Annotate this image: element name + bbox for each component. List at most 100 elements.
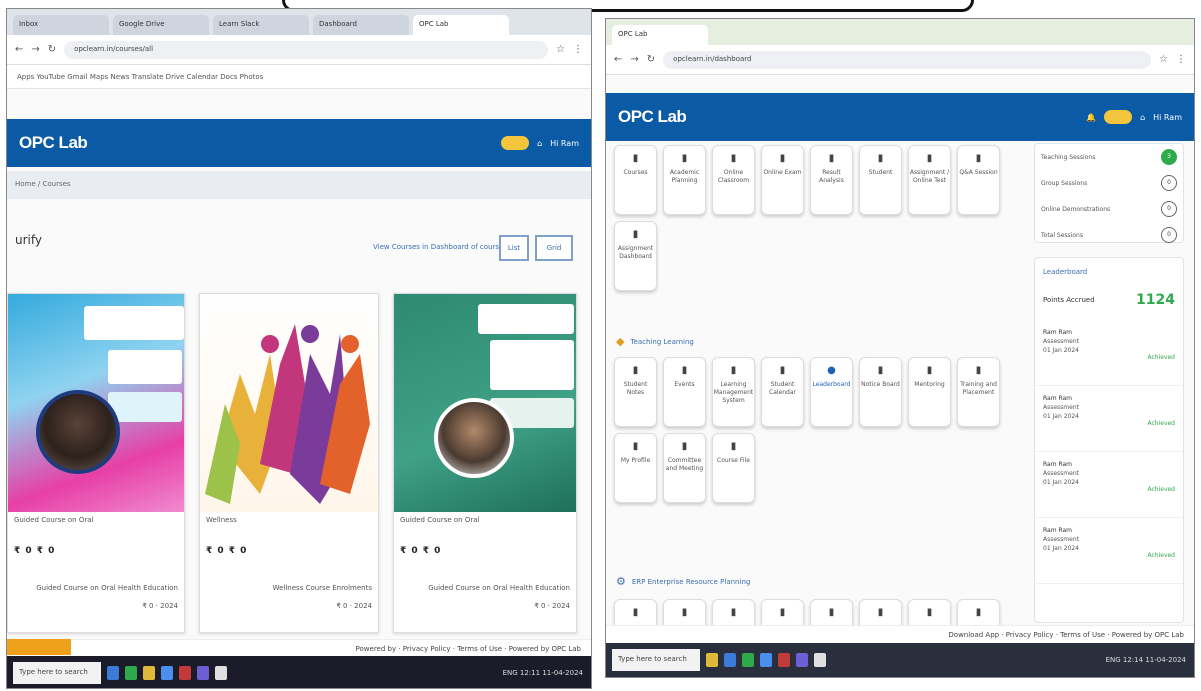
reload-icon[interactable]: ↻ xyxy=(647,54,655,65)
taskbar-search-input[interactable]: Type here to search xyxy=(612,649,700,671)
app-icon[interactable] xyxy=(724,653,736,667)
tile-online-exam[interactable]: ▮ Online Exam xyxy=(761,145,804,215)
left-screenshot: Inbox Google Drive Learn Slack Dashboard… xyxy=(6,8,592,689)
taskbar-search-input[interactable]: Type here to search xyxy=(13,662,101,684)
app-icon[interactable] xyxy=(161,666,173,680)
app-icon[interactable] xyxy=(814,653,826,667)
course-thumbnail xyxy=(200,294,378,512)
session-row[interactable]: Teaching Sessions 3 xyxy=(1035,144,1183,170)
session-row[interactable]: Total Sessions 0 xyxy=(1035,222,1183,248)
tile-course-file[interactable]: ▮ Course File xyxy=(712,433,755,503)
course-date: ₹ 0 · 2024 xyxy=(142,602,178,610)
tile-training-placement[interactable]: ▮ Training and Placement xyxy=(957,357,1000,427)
tile-icon: ▮ xyxy=(681,441,688,452)
bookmarks-bar[interactable]: Apps YouTube Gmail Maps News Translate D… xyxy=(7,65,591,89)
app-icon[interactable] xyxy=(143,666,155,680)
browser-tabbar: OPC Lab xyxy=(606,19,1194,45)
tile-assignment-dashboard[interactable]: ▮ Assignment Dashboard xyxy=(614,221,657,291)
course-name: Guided Course on Oral xyxy=(400,516,480,524)
leaderboard-item[interactable]: Ram Ram Assessment 01 Jan 2024 Achieved xyxy=(1035,518,1183,584)
home-icon[interactable]: ⌂ xyxy=(537,139,542,148)
home-icon[interactable]: ⌂ xyxy=(1140,113,1145,122)
tile-courses[interactable]: ▮ Courses xyxy=(614,145,657,215)
tile-result-analysis[interactable]: ▮ Result Analysis xyxy=(810,145,853,215)
tile-student[interactable]: ▮ Student xyxy=(859,145,902,215)
app-brand[interactable]: OPC Lab xyxy=(19,133,88,153)
back-icon[interactable]: ← xyxy=(614,54,622,65)
course-card[interactable]: Guided Course on Oral ₹ 0 ₹ 0 Guided Cou… xyxy=(393,293,577,633)
points-label: Points Accrued xyxy=(1043,296,1095,304)
view-all-link[interactable]: View Courses in Dashboard of courses xyxy=(373,243,507,251)
user-name[interactable]: Hi Ram xyxy=(550,139,579,148)
taskbar-clock[interactable]: ENG 12:11 11-04-2024 xyxy=(503,669,591,677)
app-icon[interactable] xyxy=(760,653,772,667)
course-card[interactable]: Wellness ₹ 0 ₹ 0 Wellness Course Enrolme… xyxy=(199,293,379,633)
tile-my-profile[interactable]: ▮ My Profile xyxy=(614,433,657,503)
tile-assignment[interactable]: ▮ Assignment / Online Test xyxy=(908,145,951,215)
app-icon[interactable] xyxy=(197,666,209,680)
leaderboard-item[interactable]: Ram Ram Assessment 01 Jan 2024 Achieved xyxy=(1035,386,1183,452)
tile-online-classroom[interactable]: ▮ Online Classroom xyxy=(712,145,755,215)
page-footer[interactable]: Powered by · Privacy Policy · Terms of U… xyxy=(7,639,591,657)
leaderboard-title[interactable]: Leaderboard xyxy=(1035,258,1183,280)
app-icon[interactable] xyxy=(706,653,718,667)
forward-icon[interactable]: → xyxy=(31,44,39,55)
app-icon[interactable] xyxy=(107,666,119,680)
browser-tab[interactable]: Inbox xyxy=(13,15,109,35)
course-name: Guided Course on Oral xyxy=(14,516,94,524)
tile-icon: ▮ xyxy=(632,365,639,376)
user-name[interactable]: Hi Ram xyxy=(1153,113,1182,122)
star-icon[interactable]: ☆ xyxy=(1159,54,1168,65)
app-header: OPC Lab 🔔 ⌂ Hi Ram xyxy=(606,93,1194,141)
course-date: ₹ 0 · 2024 xyxy=(336,602,372,610)
menu-icon[interactable]: ⋮ xyxy=(1176,54,1186,65)
tile-mentoring[interactable]: ▮ Mentoring xyxy=(908,357,951,427)
dancers-illustration xyxy=(205,324,370,504)
page-footer[interactable]: Download App · Privacy Policy · Terms of… xyxy=(606,625,1194,643)
app-icon[interactable] xyxy=(742,653,754,667)
tile-icon: ▮ xyxy=(926,607,933,618)
grid-view-button[interactable]: Grid xyxy=(535,235,573,261)
tile-committee-meeting[interactable]: ▮ Committee and Meeting xyxy=(663,433,706,503)
tile-academic-planning[interactable]: ▮ Academic Planning xyxy=(663,145,706,215)
reload-icon[interactable]: ↻ xyxy=(48,44,56,55)
url-input[interactable]: opclearn.in/dashboard xyxy=(663,50,1152,69)
app-icon[interactable] xyxy=(215,666,227,680)
app-icon[interactable] xyxy=(778,653,790,667)
app-icon[interactable] xyxy=(125,666,137,680)
app-icon[interactable] xyxy=(796,653,808,667)
app-icon[interactable] xyxy=(179,666,191,680)
tile-qa-session[interactable]: ▮ Q&A Session xyxy=(957,145,1000,215)
tile-icon: ▮ xyxy=(730,441,737,452)
back-icon[interactable]: ← xyxy=(15,44,23,55)
session-row[interactable]: Online Demonstrations 0 xyxy=(1035,196,1183,222)
session-row[interactable]: Group Sessions 0 xyxy=(1035,170,1183,196)
notification-icon[interactable]: 🔔 xyxy=(1086,113,1096,122)
menu-icon[interactable]: ⋮ xyxy=(573,44,583,55)
leaderboard-item[interactable]: Ram Ram Assessment 01 Jan 2024 Achieved xyxy=(1035,452,1183,518)
forward-icon[interactable]: → xyxy=(630,54,638,65)
browser-tab-active[interactable]: OPC Lab xyxy=(413,15,509,35)
course-card[interactable]: Guided Course on Oral ₹ 0 ₹ 0 Guided Cou… xyxy=(7,293,185,633)
tile-lms[interactable]: ▮ Learning Management System xyxy=(712,357,755,427)
notification-pill[interactable] xyxy=(501,136,530,150)
tile-student-notes[interactable]: ▮ Student Notes xyxy=(614,357,657,427)
section-heading: Teaching Learning xyxy=(630,337,694,346)
list-view-button[interactable]: List xyxy=(499,235,529,261)
browser-tab[interactable]: Learn Slack xyxy=(213,15,309,35)
browser-tab[interactable]: Dashboard xyxy=(313,15,409,35)
browser-tab-active[interactable]: OPC Lab xyxy=(612,25,708,45)
tile-icon: ▮ xyxy=(975,365,982,376)
tile-notice-board[interactable]: ▮ Notice Board xyxy=(859,357,902,427)
points-value: 1124 xyxy=(1136,292,1175,308)
notification-pill[interactable] xyxy=(1104,110,1133,124)
leaderboard-item[interactable]: Ram Ram Assessment 01 Jan 2024 Achieved xyxy=(1035,320,1183,386)
browser-tab[interactable]: Google Drive xyxy=(113,15,209,35)
tile-events[interactable]: ▮ Events xyxy=(663,357,706,427)
star-icon[interactable]: ☆ xyxy=(556,44,565,55)
app-brand[interactable]: OPC Lab xyxy=(618,107,687,127)
taskbar-clock[interactable]: ENG 12:14 11-04-2024 xyxy=(1106,656,1194,664)
tile-leaderboard[interactable]: ● Leaderboard xyxy=(810,357,853,427)
url-input[interactable]: opclearn.in/courses/all xyxy=(64,40,549,59)
tile-student-calendar[interactable]: ▮ Student Calendar xyxy=(761,357,804,427)
